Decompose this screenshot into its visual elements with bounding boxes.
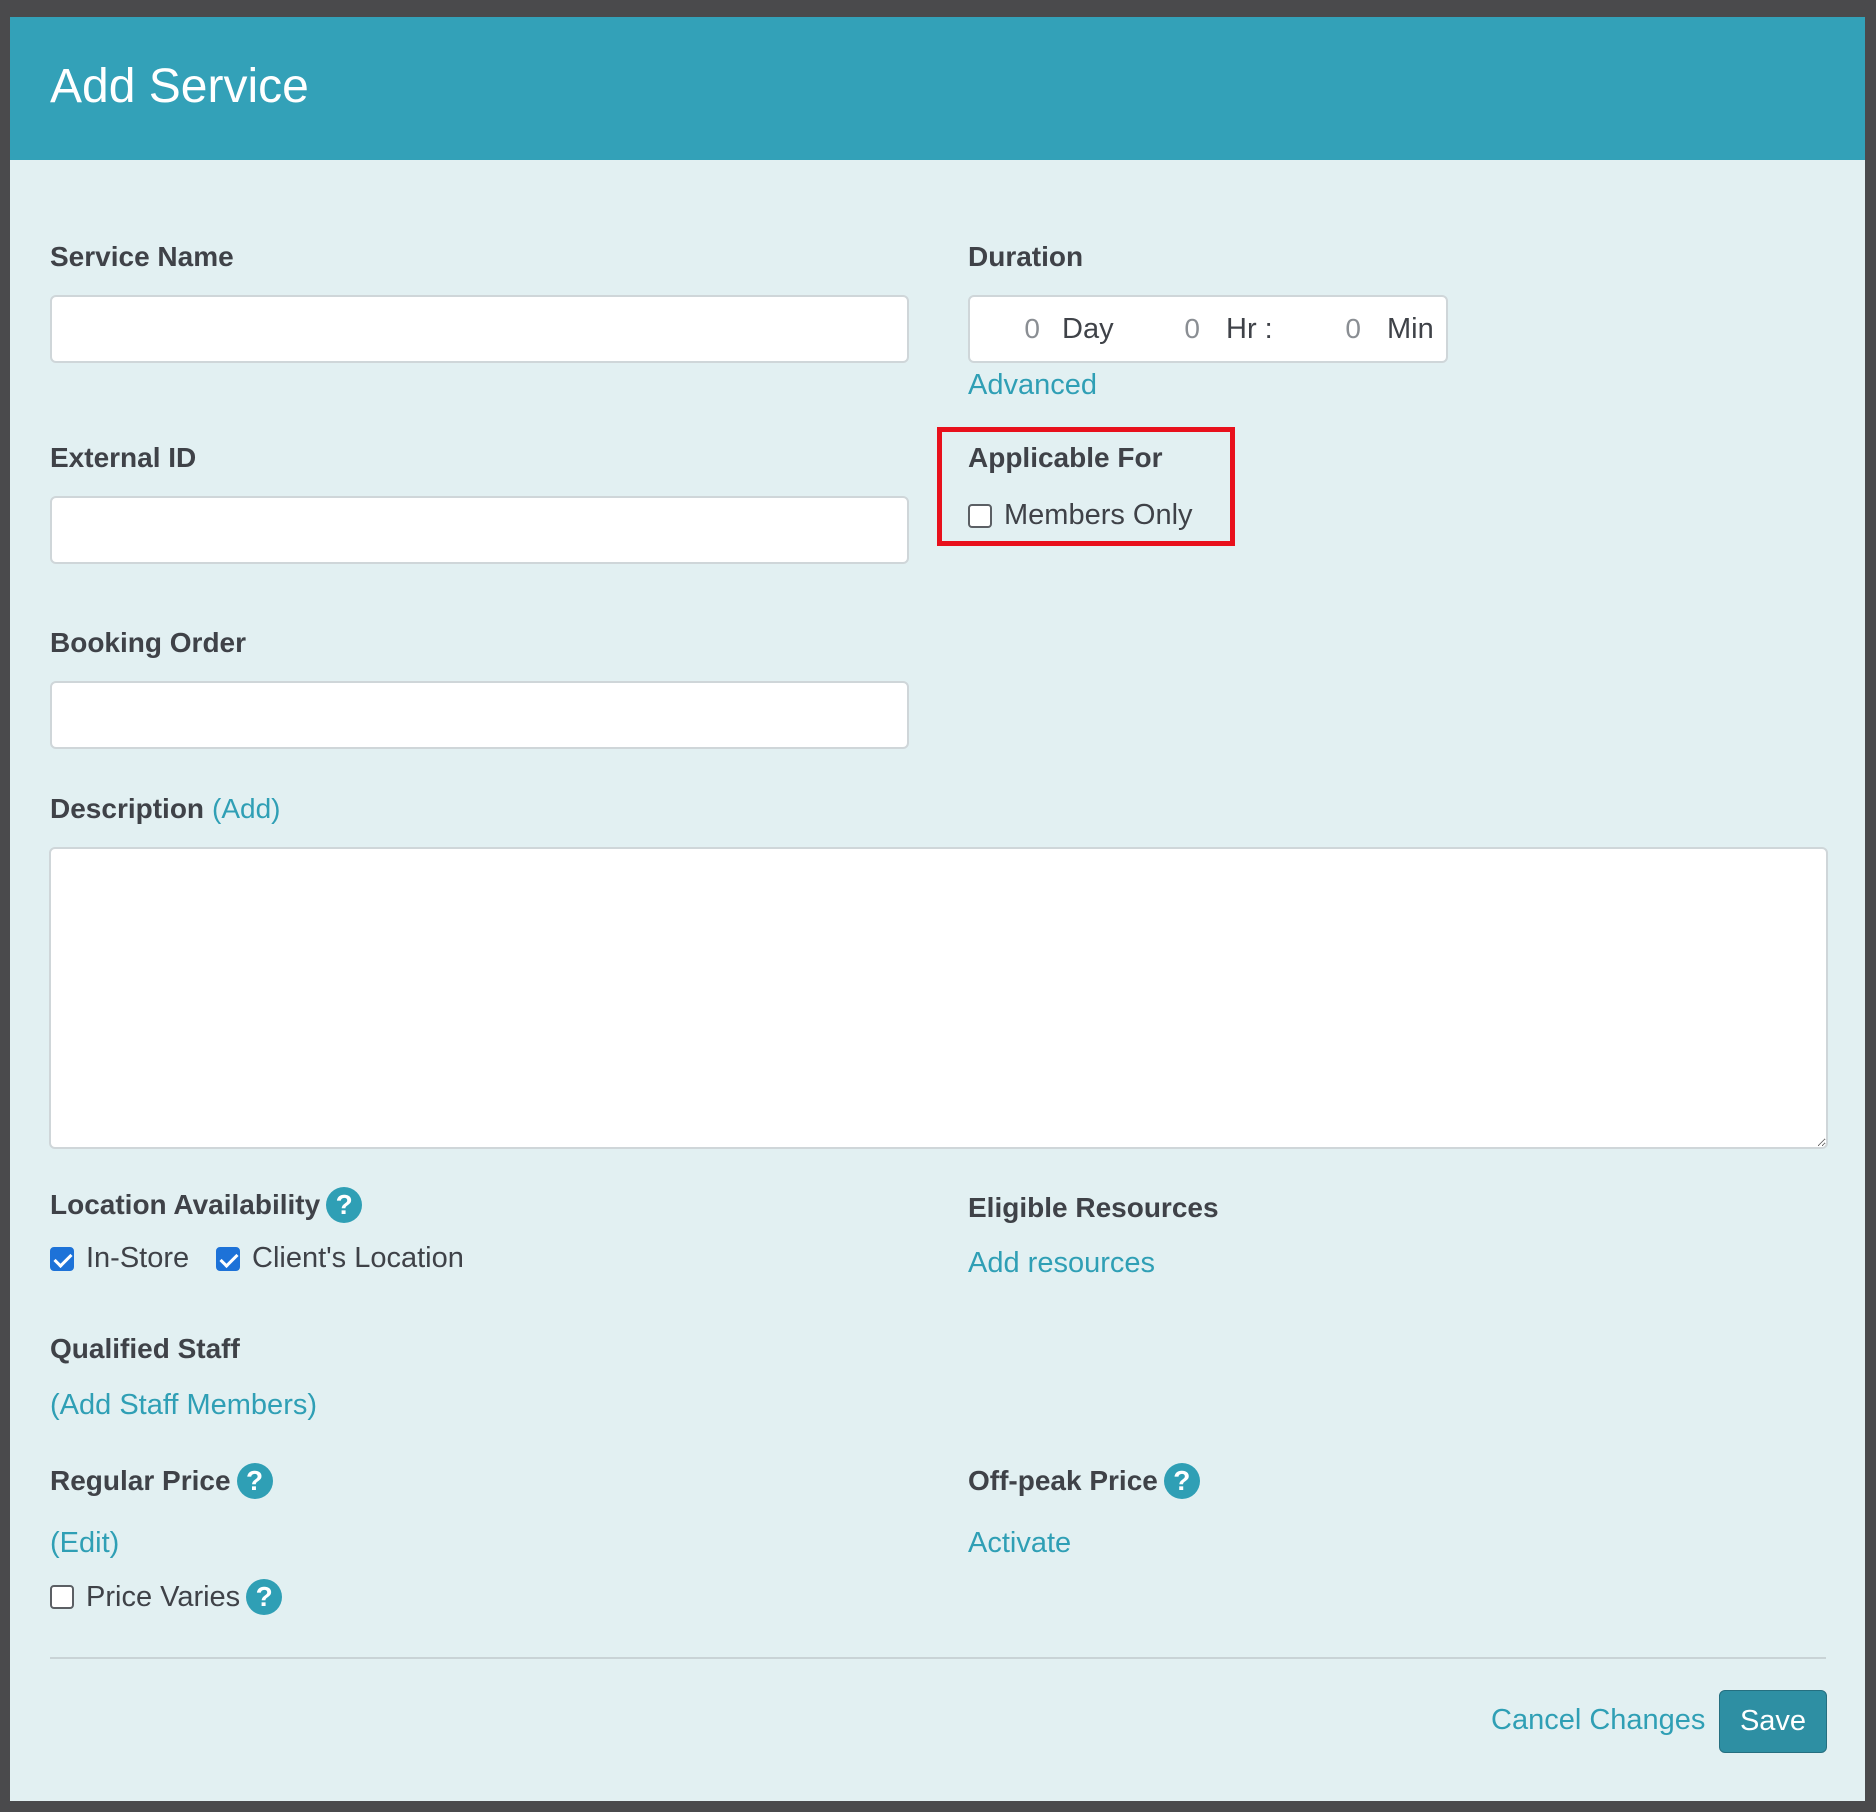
add-service-dialog: Add Service Service Name Duration 0 Day … [10,17,1865,1801]
location-availability-label: Location Availability [50,1189,321,1220]
service-name-input[interactable] [50,295,909,363]
dialog-header: Add Service [10,17,1865,160]
add-resources-link[interactable]: Add resources [968,1247,1155,1280]
regular-price-edit-link[interactable]: (Edit) [50,1527,119,1560]
duration-field: 0 Day 0 Hr : 0 Min [968,295,1448,363]
location-availability-label-row: Location Availability ? [50,1187,363,1223]
external-id-label: External ID [50,442,197,473]
cancel-changes-link[interactable]: Cancel Changes [1491,1704,1705,1737]
in-store-option[interactable]: In-Store [50,1242,189,1275]
offpeak-price-label: Off-peak Price [968,1465,1158,1496]
clients-location-label: Client's Location [252,1242,464,1274]
save-button[interactable]: Save [1719,1690,1827,1753]
duration-day-unit: Day [1062,313,1114,345]
in-store-checkbox[interactable] [50,1246,74,1271]
price-varies-label: Price Varies [86,1580,241,1613]
clients-location-checkbox[interactable] [216,1246,240,1271]
price-varies-checkbox[interactable] [50,1585,74,1609]
clients-location-option[interactable]: Client's Location [216,1242,464,1275]
description-textarea[interactable] [49,847,1828,1149]
service-name-label: Service Name [50,241,234,272]
offpeak-price-label-row: Off-peak Price ? [968,1463,1200,1499]
regular-price-help-icon[interactable]: ? [236,1463,273,1499]
duration-min-unit: Min [1387,313,1434,345]
qualified-staff-label: Qualified Staff [50,1333,240,1364]
duration-min-input[interactable]: 0 [1321,313,1361,345]
regular-price-label: Regular Price [50,1465,231,1496]
members-only-checkbox[interactable] [968,503,992,528]
description-label-row: Description (Add) [50,793,281,825]
footer-divider [50,1657,1826,1659]
booking-order-input[interactable] [50,681,909,749]
advanced-duration-link[interactable]: Advanced [968,369,1097,402]
eligible-resources-label: Eligible Resources [968,1192,1219,1223]
in-store-label: In-Store [86,1242,190,1274]
members-only-label: Members Only [1004,499,1193,531]
members-only-option[interactable]: Members Only [968,499,1193,532]
duration-day-input[interactable]: 0 [1000,313,1040,345]
price-varies-option[interactable]: Price Varies ? [50,1579,283,1615]
duration-hr-input[interactable]: 0 [1160,313,1200,345]
offpeak-activate-link[interactable]: Activate [968,1527,1071,1560]
description-add-link[interactable]: (Add) [212,793,280,825]
location-availability-help-icon[interactable]: ? [326,1187,363,1223]
booking-order-label: Booking Order [50,627,247,658]
external-id-input[interactable] [50,496,909,564]
duration-label: Duration [968,241,1084,272]
price-varies-help-icon[interactable]: ? [246,1579,283,1615]
add-staff-members-link[interactable]: (Add Staff Members) [50,1389,317,1422]
duration-hr-unit: Hr : [1226,313,1273,345]
offpeak-price-help-icon[interactable]: ? [1163,1463,1200,1499]
regular-price-label-row: Regular Price ? [50,1463,273,1499]
dialog-title: Add Service [50,60,309,113]
applicable-for-label: Applicable For [968,442,1163,473]
description-label: Description [50,793,205,824]
